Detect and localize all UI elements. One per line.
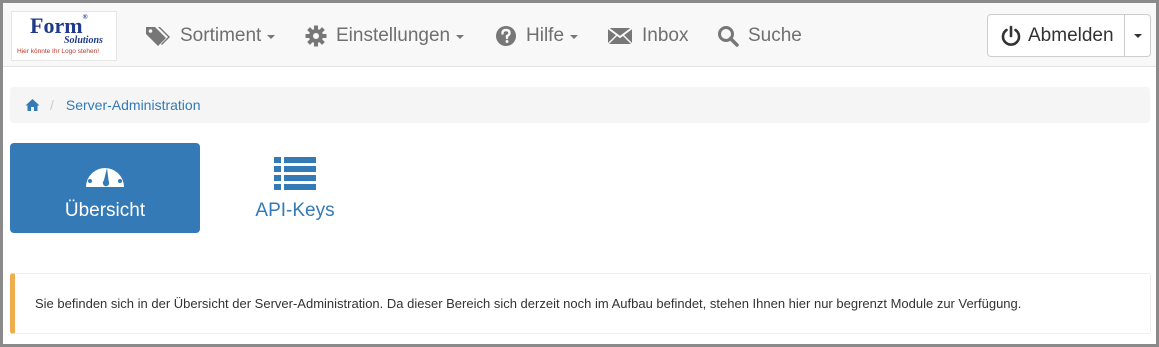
power-icon: [1001, 25, 1021, 46]
caret-down-icon: [267, 35, 276, 39]
nav-label: Suche: [748, 25, 802, 46]
nav-inbox[interactable]: Inbox: [607, 23, 688, 49]
alert-text: Sie befinden sich in der Übersicht der S…: [35, 296, 1022, 311]
tile-api-keys[interactable]: API-Keys: [200, 143, 390, 233]
dashboard-icon: [86, 162, 124, 187]
home-icon[interactable]: [25, 98, 40, 112]
envelope-icon: [607, 27, 633, 45]
caret-down-icon: [456, 35, 465, 39]
tile-label: API-Keys: [255, 200, 335, 221]
logo[interactable]: Form® Solutions Hier könnte Ihr Logo ste…: [11, 11, 117, 61]
logout-dropdown-toggle[interactable]: [1125, 14, 1151, 57]
logout-button[interactable]: Abmelden: [987, 14, 1125, 57]
breadcrumb-separator: /: [50, 97, 54, 113]
logout-label: Abmelden: [1028, 24, 1114, 46]
logout-button-group: Abmelden: [987, 14, 1151, 57]
nav-einstellungen[interactable]: Einstellungen: [305, 23, 465, 49]
nav-hilfe[interactable]: Hilfe: [495, 23, 579, 49]
navbar: Form® Solutions Hier könnte Ihr Logo ste…: [3, 3, 1156, 67]
tile-uebersicht[interactable]: Übersicht: [10, 143, 200, 233]
nav-suche[interactable]: Suche: [717, 23, 802, 49]
gear-icon: [305, 25, 327, 47]
search-icon: [718, 26, 739, 47]
logo-tagline: Hier könnte Ihr Logo stehen!: [17, 48, 100, 55]
breadcrumb-item-server-administration[interactable]: Server-Administration: [66, 97, 201, 113]
tile-label: Übersicht: [64, 200, 146, 221]
question-circle-icon: [496, 26, 516, 46]
info-alert: Sie befinden sich in der Übersicht der S…: [10, 273, 1151, 334]
tags-icon: [146, 27, 170, 46]
nav-sortiment[interactable]: Sortiment: [145, 23, 276, 49]
list-icon: [274, 157, 316, 190]
nav-label: Einstellungen: [336, 25, 451, 46]
logo-sub: Solutions: [64, 35, 103, 46]
nav-label: Inbox: [642, 25, 689, 46]
breadcrumb: / Server-Administration: [10, 87, 1150, 123]
nav-label: Sortiment: [180, 25, 262, 46]
caret-down-icon: [1133, 33, 1142, 38]
nav-label: Hilfe: [526, 25, 565, 46]
caret-down-icon: [570, 35, 579, 39]
